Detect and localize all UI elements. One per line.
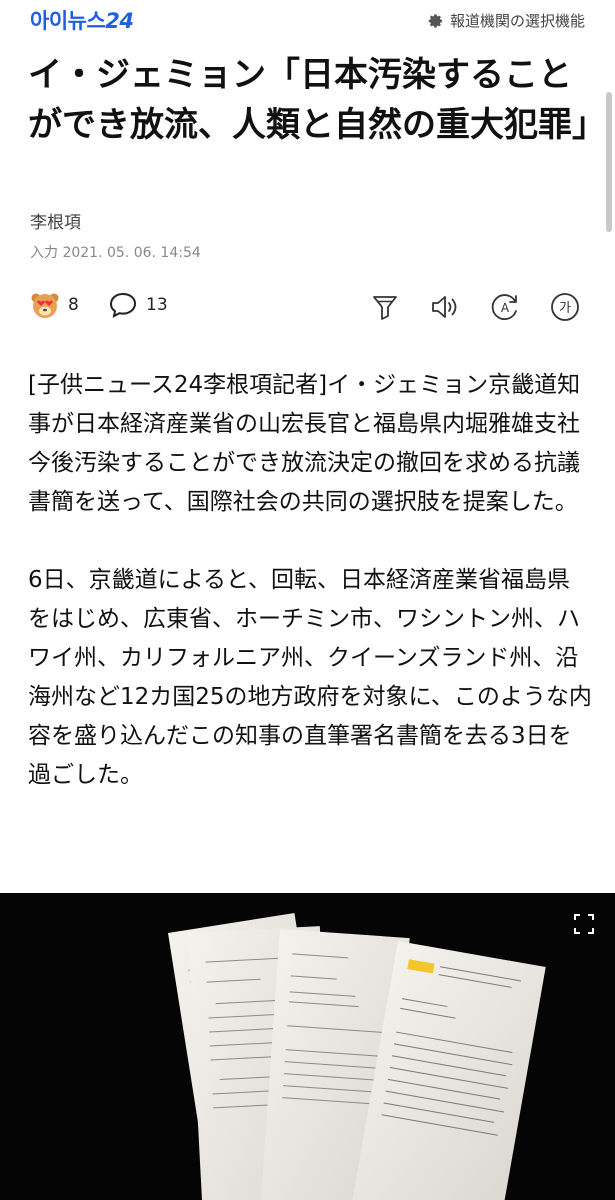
article-actions: 8 13 A 가	[30, 290, 585, 326]
article-page: 아이뉴스24 報道機関の選択機能 イ・ジェミョン「日本汚染することができ放流、人…	[0, 0, 615, 1200]
audio-button[interactable]	[428, 290, 462, 324]
reaction-button[interactable]: 8	[30, 290, 79, 320]
comment-button[interactable]: 13	[108, 290, 168, 320]
paragraph: [子供ニュース24李根項記者]イ・ジェミョン京畿道知事が日本経済産業省の山宏長官…	[28, 372, 581, 515]
speech-bubble-icon	[109, 292, 137, 318]
heart-eyes-emoji-icon	[31, 293, 59, 318]
svg-text:A: A	[501, 301, 510, 315]
filter-icon	[373, 296, 397, 320]
audio-icon	[432, 296, 457, 318]
translate-button[interactable]: A	[488, 290, 522, 324]
letters-photo-image	[168, 912, 546, 1200]
site-logo[interactable]: 아이뉴스24	[30, 5, 134, 35]
filter-button[interactable]	[368, 290, 402, 324]
translate-icon: A	[491, 294, 517, 320]
publish-date: 入力 2021. 05. 06. 14:54	[30, 245, 201, 261]
paragraph: 6日、京畿道によると、回転、日本経済産業省福島県をはじめ、広東省、ホーチミン市、…	[28, 567, 592, 788]
font-size-button[interactable]: 가	[548, 290, 582, 324]
reaction-count: 8	[68, 295, 79, 315]
author-name[interactable]: 李根項	[30, 208, 81, 233]
gear-icon	[428, 13, 442, 28]
press-select-label: 報道機関の選択機能	[449, 12, 585, 30]
article-photo[interactable]	[0, 893, 615, 1200]
font-size-icon: 가	[551, 293, 579, 321]
comment-count: 13	[146, 295, 168, 315]
expand-icon[interactable]	[573, 913, 595, 935]
article-body: [子供ニュース24李根項記者]イ・ジェミョン京畿道知事が日本経済産業省の山宏長官…	[28, 366, 593, 795]
top-bar: 아이뉴스24 報道機関の選択機能	[0, 0, 615, 40]
scrollbar[interactable]	[606, 92, 612, 232]
press-select-button[interactable]: 報道機関の選択機能	[428, 10, 585, 31]
article-title: イ・ジェミョン「日本汚染することができ放流、人類と自然の重大犯罪」	[28, 55, 606, 145]
svg-text:가: 가	[559, 301, 571, 316]
